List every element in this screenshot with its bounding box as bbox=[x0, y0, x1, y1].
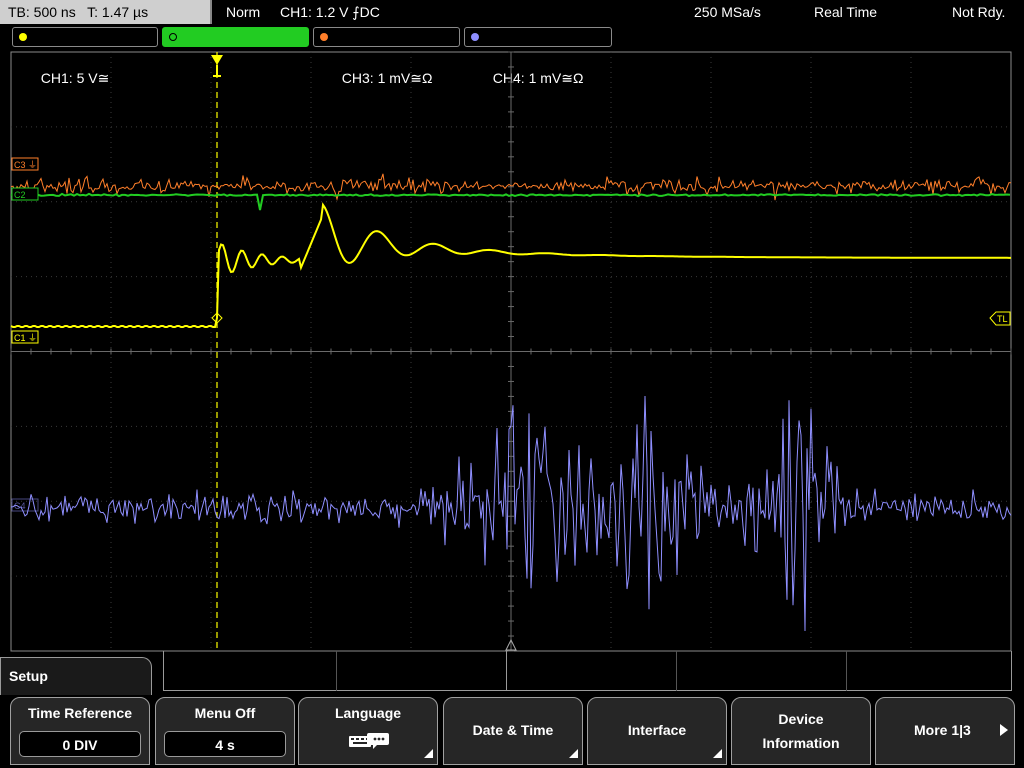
softkey-label: Language bbox=[334, 705, 402, 721]
language-keyboard-icon bbox=[349, 733, 389, 749]
ch2-ground-marker[interactable]: C2 bbox=[11, 187, 39, 201]
softkey-label: More 1|3 bbox=[914, 722, 971, 738]
softkey-label-line1: Device bbox=[778, 711, 824, 727]
ground-icon: ⏚ bbox=[28, 333, 37, 344]
graticule bbox=[10, 51, 1012, 652]
softkey-label: Time Reference bbox=[27, 705, 132, 721]
submenu-indicator-icon bbox=[424, 749, 433, 758]
date-time-button[interactable]: Date & Time bbox=[443, 697, 583, 765]
trigger-level-marker[interactable]: TL bbox=[989, 311, 1011, 326]
svg-text:TL: TL bbox=[997, 314, 1008, 324]
time-reference-button[interactable]: Time Reference 0 DIV bbox=[10, 697, 150, 765]
submenu-indicator-icon bbox=[569, 749, 578, 758]
more-button[interactable]: More 1|3 bbox=[875, 697, 1015, 765]
menu-off-value[interactable]: 4 s bbox=[164, 731, 286, 757]
menu-title-tab: Setup bbox=[0, 657, 152, 695]
ground-icon: ⏚ bbox=[28, 160, 37, 171]
svg-text:C3: C3 bbox=[14, 160, 26, 170]
softkey-label: Date & Time bbox=[472, 722, 554, 738]
svg-text:C2: C2 bbox=[14, 190, 26, 200]
language-button[interactable]: Language bbox=[298, 697, 438, 765]
svg-text:C1: C1 bbox=[14, 333, 26, 343]
footer-strip bbox=[163, 651, 1012, 691]
time-reference-value[interactable]: 0 DIV bbox=[19, 731, 141, 757]
softkey-label: Menu Off bbox=[194, 705, 256, 721]
softkey-label-line2: Information bbox=[762, 735, 840, 751]
ch1-ground-marker[interactable]: C1 ⏚ bbox=[11, 330, 39, 344]
menu-title: Setup bbox=[9, 668, 48, 684]
submenu-indicator-icon bbox=[713, 749, 722, 758]
svg-text:C4: C4 bbox=[14, 501, 26, 511]
softkey-label: Interface bbox=[627, 722, 687, 738]
menu-off-button[interactable]: Menu Off 4 s bbox=[155, 697, 295, 765]
next-page-arrow-icon bbox=[1000, 724, 1008, 736]
interface-button[interactable]: Interface bbox=[587, 697, 727, 765]
device-information-button[interactable]: Device Information bbox=[731, 697, 871, 765]
ch3-ground-marker[interactable]: C3 ⏚ bbox=[11, 157, 39, 171]
